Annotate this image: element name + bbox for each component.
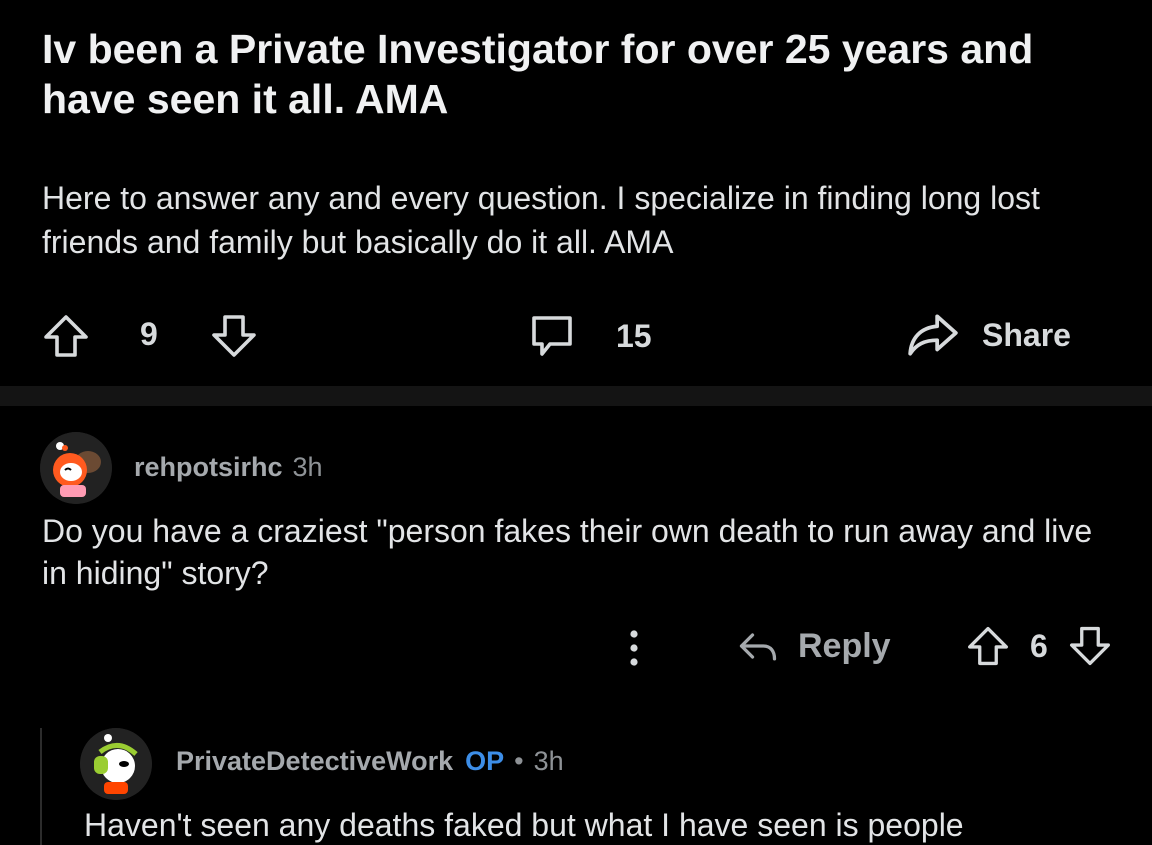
comment-meta: PrivateDetectiveWork OP • 3h bbox=[176, 746, 564, 777]
downvote-arrow-icon bbox=[1070, 626, 1110, 666]
post: Iv been a Private Investigator for over … bbox=[0, 0, 1152, 386]
downvote-button[interactable] bbox=[210, 312, 258, 360]
comment-time: 3h bbox=[292, 452, 323, 482]
post-comment-count: 15 bbox=[616, 317, 652, 354]
reddit-post-view: Iv been a Private Investigator for over … bbox=[0, 0, 1152, 845]
comment-text: Haven't seen any deaths faked but what I… bbox=[84, 807, 964, 843]
post-vote-count: 9 bbox=[140, 316, 158, 352]
more-options-button[interactable] bbox=[616, 624, 652, 672]
username[interactable]: PrivateDetectiveWork bbox=[176, 746, 453, 777]
share-button[interactable]: Share bbox=[906, 310, 1071, 360]
post-comments-divider bbox=[0, 386, 1152, 406]
comment: rehpotsirhc 3h Do you have a craziest "p… bbox=[0, 406, 1152, 706]
comment-time: 3h bbox=[533, 746, 564, 776]
share-arrow-icon bbox=[908, 314, 958, 356]
reply-arrow-icon bbox=[739, 633, 777, 661]
more-vertical-icon bbox=[630, 630, 638, 666]
comment-upvote-button[interactable] bbox=[966, 624, 1010, 668]
comment-vote-count: 6 bbox=[1030, 628, 1048, 664]
reply-label: Reply bbox=[798, 626, 891, 665]
post-body: Here to answer any and every question. I… bbox=[42, 180, 1040, 260]
upvote-arrow-icon bbox=[968, 626, 1008, 666]
upvote-button[interactable] bbox=[42, 312, 90, 360]
comment-meta: rehpotsirhc 3h bbox=[134, 452, 323, 483]
comment-action-bar: Reply 6 bbox=[0, 618, 1152, 678]
comment-downvote-button[interactable] bbox=[1068, 624, 1112, 668]
reply-button[interactable]: Reply bbox=[736, 624, 891, 668]
username[interactable]: rehpotsirhc bbox=[134, 452, 283, 483]
separator-dot: • bbox=[514, 746, 524, 776]
comments-button[interactable]: 15 bbox=[528, 312, 652, 360]
comment-bubble-icon bbox=[532, 316, 572, 356]
share-label: Share bbox=[982, 316, 1071, 353]
snoo-avatar-icon bbox=[40, 432, 112, 504]
snoo-avatar-icon bbox=[80, 728, 152, 800]
op-badge: OP bbox=[465, 746, 505, 776]
downvote-arrow-icon bbox=[212, 315, 256, 357]
avatar[interactable] bbox=[40, 432, 112, 504]
upvote-arrow-icon bbox=[44, 315, 88, 357]
avatar[interactable] bbox=[80, 728, 152, 800]
comment-text: Do you have a craziest "person fakes the… bbox=[42, 513, 1093, 591]
post-action-bar: 9 15 Share bbox=[0, 306, 1152, 366]
post-title: Iv been a Private Investigator for over … bbox=[42, 26, 1034, 122]
comment-reply: PrivateDetectiveWork OP • 3h Haven't see… bbox=[0, 712, 1152, 845]
